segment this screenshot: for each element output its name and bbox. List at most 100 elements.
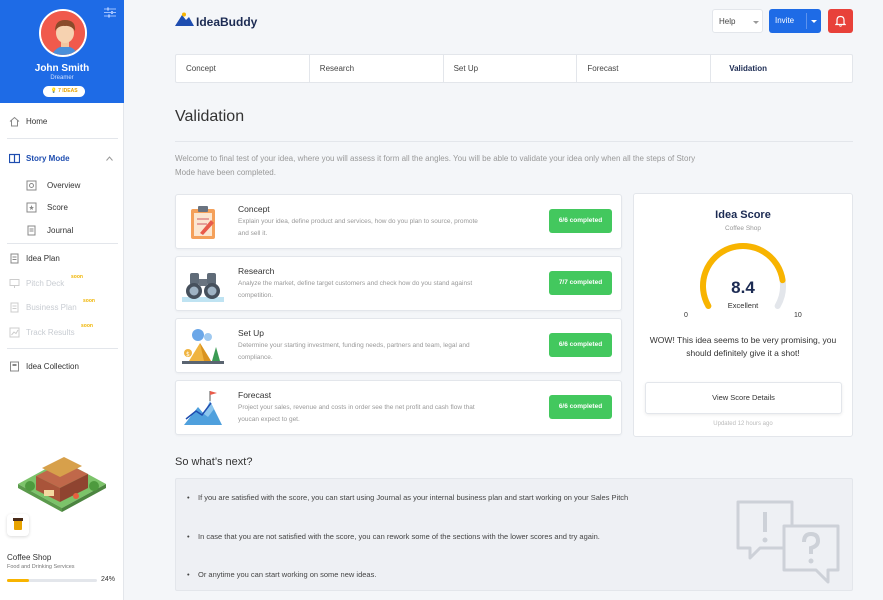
status-badge: 6/6 completed	[549, 333, 612, 357]
star-icon	[26, 202, 37, 213]
gauge-min: 0	[684, 312, 688, 319]
divider	[806, 13, 807, 29]
business-plan-icon	[10, 302, 19, 313]
sidebar-item-label: Track Results	[26, 328, 75, 337]
chevron-down-icon[interactable]	[811, 20, 817, 23]
soon-badge: soon	[83, 298, 95, 304]
sidebar-item-overview[interactable]: Overview	[0, 175, 124, 197]
gauge-max: 10	[794, 312, 802, 319]
clipboard-icon	[191, 206, 215, 239]
chat-question-icon	[736, 500, 840, 584]
document-icon	[10, 253, 19, 264]
status-badge: 6/6 completed	[549, 395, 612, 419]
tab-validation[interactable]: Validation	[711, 55, 852, 82]
card-description: Explain your idea, define product and se…	[238, 218, 478, 237]
story-tabs: Concept Research Set Up Forecast Validat…	[175, 54, 853, 83]
card-title: Set Up	[238, 328, 264, 338]
soon-badge: soon	[81, 323, 93, 329]
sidebar-item-idea-plan[interactable]: Idea Plan	[0, 248, 124, 270]
book-icon	[9, 153, 20, 164]
tab-forecast[interactable]: Forecast	[577, 55, 712, 82]
sidebar-item-pitch-deck: Pitch Deck soon	[0, 273, 124, 295]
card-title: Research	[238, 266, 275, 276]
tab-research[interactable]: Research	[310, 55, 444, 82]
sidebar-item-business-plan: Business Plan soon	[0, 297, 124, 319]
validation-card-setup[interactable]: $ Set Up Determine your starting investm…	[175, 318, 622, 373]
binoculars-icon	[182, 273, 224, 302]
validation-card-forecast[interactable]: Forecast Project your sales, revenue and…	[175, 380, 622, 435]
list-item: Or anytime you can start working on some…	[187, 568, 659, 582]
intro-text: Welcome to final test of your idea, wher…	[175, 154, 696, 177]
logo-text: IdeaBuddy	[196, 15, 258, 29]
sidebar-item-label: Score	[47, 203, 68, 212]
list-item: If you are satisfied with the score, you…	[187, 491, 659, 505]
card-description: Analyze the market, define target custom…	[238, 280, 473, 299]
help-label: Help	[719, 17, 736, 26]
avatar[interactable]	[39, 9, 87, 57]
sidebar-item-label: Pitch Deck	[26, 279, 65, 288]
divider	[7, 348, 118, 349]
divider	[7, 138, 118, 139]
idea-score-card: Idea Score Coffee Shop 8.4 Excellent 0 1…	[633, 193, 853, 437]
sidebar-item-track-results: Track Results soon	[0, 322, 124, 344]
chevron-up-icon[interactable]	[106, 156, 113, 161]
sidebar-item-label: Business Plan	[26, 303, 77, 312]
soon-badge: soon	[71, 274, 83, 280]
status-badge: 7/7 completed	[549, 271, 612, 295]
tab-concept[interactable]: Concept	[176, 55, 310, 82]
presentation-icon	[9, 279, 20, 288]
user-role: Dreamer	[50, 75, 74, 81]
validation-card-research[interactable]: Research Analyze the market, define targ…	[175, 256, 622, 311]
ideas-badge[interactable]: 💡 7 IDEAS	[43, 86, 85, 97]
profile-panel: John Smith Dreamer 💡 7 IDEAS	[0, 0, 124, 103]
project-name: Coffee Shop	[7, 553, 52, 562]
card-title: Forecast	[238, 390, 272, 400]
sidebar-item-journal[interactable]: Journal	[0, 220, 124, 242]
bulb-icon: 💡	[50, 88, 57, 94]
divider	[175, 141, 853, 142]
list-item-text: Or anytime you can start working on some…	[198, 570, 377, 579]
bell-icon	[835, 15, 846, 27]
view-score-details-button[interactable]: View Score Details	[645, 382, 842, 414]
sidebar-item-label: Idea Collection	[26, 362, 79, 371]
help-dropdown[interactable]: Help	[712, 9, 763, 33]
card-description: Project your sales, revenue and costs in…	[238, 404, 475, 423]
score-title: Idea Score	[715, 209, 771, 221]
score-subtitle: Coffee Shop	[724, 225, 762, 232]
list-item: In case that you are not satisfied with …	[187, 530, 659, 544]
notifications-button[interactable]	[828, 9, 853, 33]
progress-bar	[7, 579, 97, 582]
user-name: John Smith	[34, 63, 90, 74]
project-type: Food and Drinking Services	[7, 564, 75, 570]
validation-card-concept[interactable]: Concept Explain your idea, define produc…	[175, 194, 622, 249]
progress-fill	[7, 579, 29, 582]
journal-icon	[27, 225, 36, 236]
sidebar-item-label: Home	[26, 117, 48, 126]
ideas-count: 7 IDEAS	[58, 88, 78, 94]
camp-tent-icon: $	[182, 329, 224, 364]
sidebar-item-home[interactable]: Home	[0, 111, 124, 133]
divider	[7, 243, 118, 244]
tab-setup[interactable]: Set Up	[444, 55, 578, 82]
sidebar-item-label: Story Mode	[26, 154, 70, 163]
collection-icon	[10, 361, 19, 372]
project-summary[interactable]: Coffee Shop Food and Drinking Services 2…	[0, 548, 124, 600]
coffee-shop-illustration	[18, 457, 106, 512]
settings-icon[interactable]	[104, 7, 116, 18]
score-label: Excellent	[727, 301, 759, 310]
sidebar-item-label: Journal	[47, 226, 74, 235]
overview-icon	[26, 180, 37, 191]
sidebar-item-label: Overview	[47, 181, 81, 190]
logo-mark-icon	[175, 12, 194, 26]
sidebar-item-score[interactable]: Score	[0, 197, 124, 219]
sidebar-item-story-mode[interactable]: Story Mode	[0, 148, 124, 170]
chevron-down-icon	[753, 21, 759, 24]
score-message: WOW! This idea seems to be very promisin…	[649, 335, 837, 358]
next-steps-title: So what’s next?	[175, 456, 253, 468]
sidebar-item-idea-collection[interactable]: Idea Collection	[0, 356, 124, 378]
svg-text:$: $	[186, 351, 190, 358]
invite-button[interactable]: Invite	[769, 9, 821, 33]
page-title: Validation	[175, 108, 245, 125]
list-item-text: If you are satisfied with the score, you…	[198, 493, 629, 502]
next-steps-panel: If you are satisfied with the score, you…	[175, 478, 853, 591]
